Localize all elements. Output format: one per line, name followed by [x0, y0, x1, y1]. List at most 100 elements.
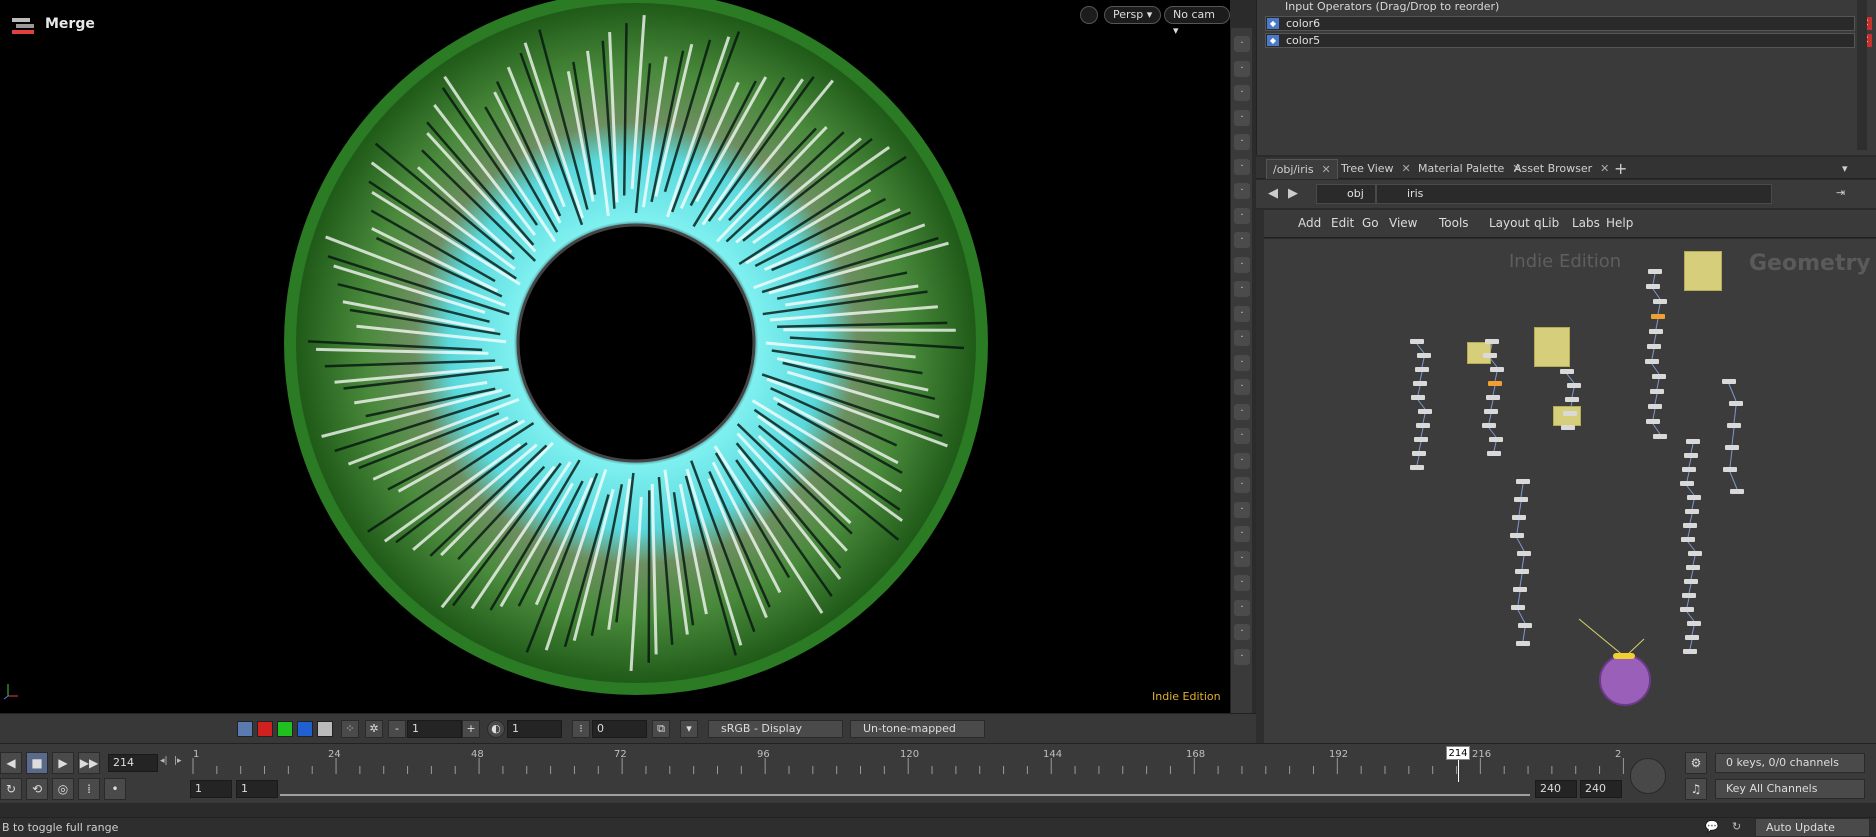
current-frame-field[interactable]: 214	[108, 754, 158, 772]
network-node[interactable]	[1416, 423, 1430, 428]
input-operator-row[interactable]: ◆ color5 ✕	[1265, 33, 1872, 48]
network-node[interactable]	[1414, 437, 1428, 442]
lock-icon[interactable]: ·	[1234, 85, 1250, 101]
auto-update-dropdown[interactable]: Auto Update	[1755, 818, 1870, 837]
network-node[interactable]	[1653, 299, 1667, 304]
sticky-note[interactable]	[1553, 406, 1581, 426]
menu-layout[interactable]: Layout	[1489, 216, 1530, 230]
network-node[interactable]	[1687, 495, 1701, 500]
network-node[interactable]	[1489, 437, 1503, 442]
box-icon[interactable]: ·	[1234, 575, 1250, 591]
snap-icon[interactable]: ·	[1234, 158, 1250, 175]
network-node[interactable]	[1727, 423, 1741, 428]
path-iris[interactable]: iris	[1376, 184, 1772, 204]
scene-viewport[interactable]: Merge Persp ▾ No cam ▾ Indie Edition	[0, 0, 1230, 713]
light-icon[interactable]: ·	[1234, 183, 1250, 199]
network-node[interactable]	[1510, 533, 1524, 538]
grid-icon[interactable]: ·	[1234, 477, 1250, 493]
tab-tree-view[interactable]: Tree View ✕	[1335, 159, 1417, 179]
network-node[interactable]	[1646, 419, 1660, 424]
add-tab-icon[interactable]: +	[1608, 159, 1633, 179]
stop-button[interactable]: ■	[26, 752, 48, 774]
menu-add[interactable]: Add	[1298, 216, 1321, 230]
view-icon[interactable]: ·	[1234, 36, 1250, 52]
ghost-icon[interactable]: ·	[1234, 109, 1250, 126]
network-node[interactable]	[1684, 579, 1698, 584]
menu-tools[interactable]: Tools	[1439, 216, 1469, 230]
menu-view[interactable]: View	[1389, 216, 1417, 230]
network-node[interactable]	[1415, 367, 1429, 372]
input-operator-row[interactable]: ◆ color6 ✕	[1265, 16, 1872, 31]
end-frame-field[interactable]: 240	[1580, 780, 1622, 798]
network-node[interactable]	[1487, 451, 1501, 456]
sync-icon[interactable]: ◎	[52, 778, 74, 800]
increment-button[interactable]: +	[462, 720, 480, 738]
network-node[interactable]	[1515, 569, 1529, 574]
move-icon[interactable]: ·	[1234, 256, 1250, 273]
network-node[interactable]	[1684, 453, 1698, 458]
lock-camera-icon[interactable]	[1080, 6, 1098, 24]
brush-icon[interactable]: ·	[1234, 305, 1250, 322]
menu-edit[interactable]: Edit	[1331, 216, 1354, 230]
texture-icon[interactable]: ·	[1234, 526, 1250, 542]
network-node[interactable]	[1729, 401, 1743, 406]
network-node[interactable]	[1484, 409, 1498, 414]
sticky-note[interactable]	[1534, 327, 1570, 367]
menu-go[interactable]: Go	[1362, 216, 1379, 230]
network-node[interactable]	[1483, 353, 1497, 358]
network-node[interactable]	[1648, 269, 1662, 274]
network-node[interactable]	[1648, 404, 1662, 409]
network-node[interactable]	[1653, 434, 1667, 439]
realtime-icon[interactable]: ⟲	[26, 778, 48, 800]
display-flag-icon[interactable]	[1613, 653, 1635, 659]
network-node[interactable]	[1410, 465, 1424, 470]
network-node[interactable]	[1650, 389, 1664, 394]
frame-marker[interactable]: 214	[1446, 746, 1470, 760]
network-node[interactable]	[1511, 605, 1525, 610]
play-reverse-button[interactable]: ◀	[0, 752, 22, 774]
network-node[interactable]	[1686, 439, 1700, 444]
network-node[interactable]	[1730, 489, 1744, 494]
keyframe-audio-icon[interactable]: ♫	[1685, 778, 1707, 800]
network-node[interactable]	[1413, 381, 1427, 386]
settings-icon[interactable]: ✲	[365, 720, 383, 738]
transform-icon[interactable]: ·	[1234, 232, 1250, 248]
number2-icon[interactable]: ·	[1234, 403, 1250, 420]
start-frame-field[interactable]: 1	[190, 780, 232, 798]
network-node[interactable]	[1680, 607, 1694, 612]
path-obj[interactable]: obj	[1316, 184, 1376, 204]
network-node[interactable]	[1681, 537, 1695, 542]
step-back-icon[interactable]: ◂|	[160, 756, 168, 766]
channel-settings-icon[interactable]: ⚙	[1685, 752, 1707, 774]
network-node[interactable]	[1486, 395, 1500, 400]
refresh-icon[interactable]: ↻	[1732, 820, 1741, 833]
lut-icon[interactable]: ⧉	[652, 720, 670, 738]
step-forward-icon[interactable]: |▸	[174, 756, 182, 766]
tab-obj-iris[interactable]: /obj/iris ✕	[1266, 159, 1338, 179]
network-node[interactable]	[1560, 369, 1574, 374]
blue-channel-button[interactable]	[297, 721, 313, 737]
step-field[interactable]: 1	[407, 720, 462, 738]
menu-qlib[interactable]: qLib	[1534, 216, 1559, 230]
network-node[interactable]	[1723, 467, 1737, 472]
camera-dropdown[interactable]: No cam ▾	[1164, 6, 1230, 37]
alpha-channel-button[interactable]	[317, 721, 333, 737]
network-node[interactable]	[1652, 374, 1666, 379]
network-node[interactable]	[1518, 623, 1532, 628]
keyframe-icon[interactable]: •	[104, 778, 126, 800]
network-node[interactable]	[1565, 397, 1579, 402]
green-channel-button[interactable]	[277, 721, 293, 737]
fps-icon[interactable]: ⁞	[78, 778, 100, 800]
network-node[interactable]	[1514, 497, 1528, 502]
pen-icon[interactable]: ·	[1234, 452, 1250, 469]
network-node[interactable]	[1488, 381, 1502, 386]
network-node[interactable]	[1490, 367, 1504, 372]
paint-icon[interactable]: ·	[1234, 330, 1250, 346]
range-slider[interactable]	[280, 794, 1530, 796]
rgb-channel-button[interactable]	[237, 721, 253, 737]
network-node[interactable]	[1516, 641, 1530, 646]
shape-icon[interactable]: ·	[1234, 501, 1250, 518]
network-node[interactable]	[1567, 383, 1581, 388]
network-node[interactable]	[1647, 344, 1661, 349]
play-button[interactable]: ▶	[52, 752, 74, 774]
